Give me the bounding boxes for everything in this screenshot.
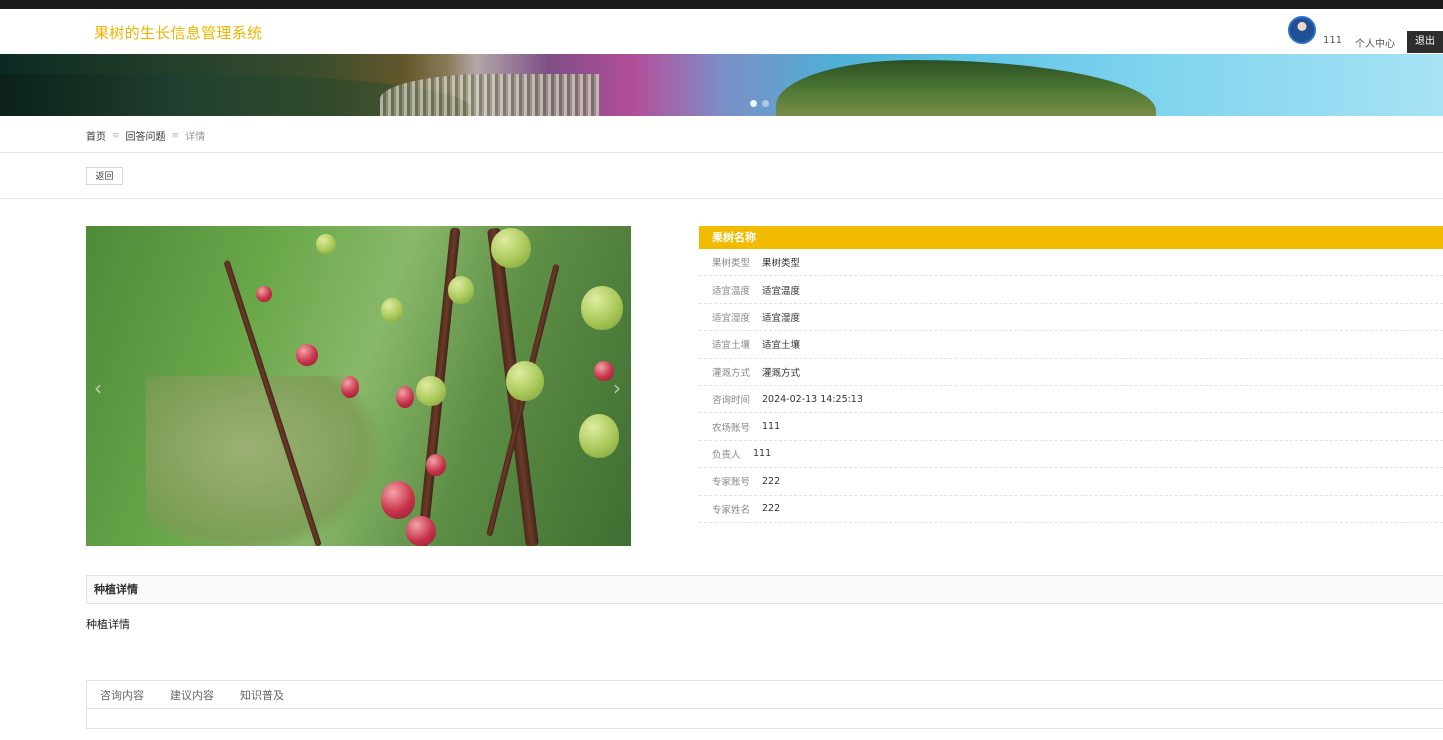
breadcrumb-separator: ≡ [112, 130, 120, 141]
info-value: 111 [753, 448, 772, 460]
info-label: 灌溉方式 [712, 367, 751, 379]
image-fig [406, 516, 436, 546]
info-panel: 果树名称 果树类型 果树类型 适宜温度 适宜温度 适宜湿度 适宜湿度 适宜土壤 适宜土壤… [699, 226, 1443, 523]
banner-dot-1[interactable] [750, 100, 757, 107]
info-row: 果树类型 果树类型 [699, 249, 1443, 277]
image-fig [416, 376, 446, 406]
info-title: 果树名称 [699, 226, 1443, 249]
image-fig [579, 414, 619, 458]
content-tabs: 咨询内容 建议内容 知识普及 [86, 680, 1443, 729]
info-value: 适宜土壤 [762, 340, 801, 352]
tab-knowledge[interactable]: 知识普及 [240, 687, 284, 703]
tab-row: 咨询内容 建议内容 知识普及 [87, 681, 1443, 709]
info-label: 适宜温度 [712, 285, 751, 297]
image-fig [581, 286, 623, 330]
info-label: 专家账号 [712, 477, 751, 489]
banner-carousel [0, 54, 1443, 116]
breadcrumb-separator: ≡ [171, 130, 180, 141]
breadcrumb-section[interactable]: 回答问题 [126, 128, 166, 143]
info-value: 2024-02-13 14:25:13 [762, 393, 863, 405]
tab-advice-content[interactable]: 建议内容 [170, 687, 214, 703]
image-fig [296, 344, 318, 366]
tab-consult-content[interactable]: 咨询内容 [100, 687, 144, 703]
header: 果树的生长信息管理系统 111 个人中心 退出 [0, 9, 1443, 54]
info-value: 灌溉方式 [762, 367, 801, 379]
carousel-prev-icon[interactable]: ‹ [94, 376, 102, 400]
info-row: 适宜湿度 适宜湿度 [699, 304, 1443, 332]
image-fig [448, 276, 474, 304]
username: 111 [1323, 35, 1343, 46]
info-label: 专家姓名 [712, 504, 751, 516]
planting-detail-content: 种植详情 [86, 618, 130, 631]
image-fig [396, 386, 414, 408]
info-label: 适宜湿度 [712, 312, 751, 324]
info-row: 咨询时间 2024-02-13 14:25:13 [699, 386, 1443, 414]
image-fig [491, 228, 531, 268]
info-value: 适宜温度 [762, 285, 801, 297]
info-label: 果树类型 [712, 258, 751, 270]
image-fig [426, 454, 446, 476]
banner-town [380, 74, 600, 116]
back-button[interactable]: 返回 [86, 167, 123, 185]
info-value: 222 [762, 475, 781, 487]
divider [0, 198, 1443, 199]
planting-detail-heading: 种植详情 [86, 575, 1443, 604]
breadcrumb: 首页 ≡ 回答问题 ≡ 详情 [86, 128, 206, 144]
info-label: 农场账号 [712, 422, 751, 434]
info-label: 咨询时间 [712, 395, 751, 407]
info-row: 专家姓名 222 [699, 496, 1443, 523]
info-value: 111 [762, 421, 781, 433]
info-row: 农场账号 111 [699, 413, 1443, 441]
image-ground [146, 376, 386, 546]
fruit-tree-image: ‹ › [86, 226, 631, 546]
image-fig [316, 234, 336, 254]
info-row: 专家账号 222 [699, 468, 1443, 496]
image-fig [341, 376, 359, 398]
image-fig [506, 361, 544, 401]
banner-island [776, 60, 1156, 116]
info-label: 适宜土壤 [712, 340, 751, 352]
info-row: 适宜温度 适宜温度 [699, 276, 1443, 304]
info-value: 适宜湿度 [762, 312, 801, 324]
info-row: 灌溉方式 灌溉方式 [699, 359, 1443, 386]
image-fig [256, 286, 272, 302]
info-row: 负责人 111 [699, 441, 1443, 469]
image-fig [594, 361, 614, 381]
breadcrumb-home[interactable]: 首页 [86, 128, 106, 143]
image-fig [381, 481, 415, 519]
top-strip [0, 0, 1443, 9]
info-value: 222 [762, 503, 781, 515]
info-label: 负责人 [712, 449, 741, 461]
banner-dot-2[interactable] [762, 100, 769, 107]
user-avatar[interactable] [1288, 16, 1316, 44]
info-value: 果树类型 [762, 258, 801, 270]
site-title: 果树的生长信息管理系统 [94, 24, 263, 42]
logout-button[interactable]: 退出 [1407, 31, 1443, 53]
image-fig [381, 298, 403, 322]
divider [0, 152, 1443, 153]
breadcrumb-current: 详情 [185, 132, 206, 143]
profile-center-link[interactable]: 个人中心 [1355, 35, 1395, 50]
carousel-next-icon[interactable]: › [613, 376, 621, 400]
banner-dots [750, 100, 769, 107]
info-row: 适宜土壤 适宜土壤 [699, 331, 1443, 359]
